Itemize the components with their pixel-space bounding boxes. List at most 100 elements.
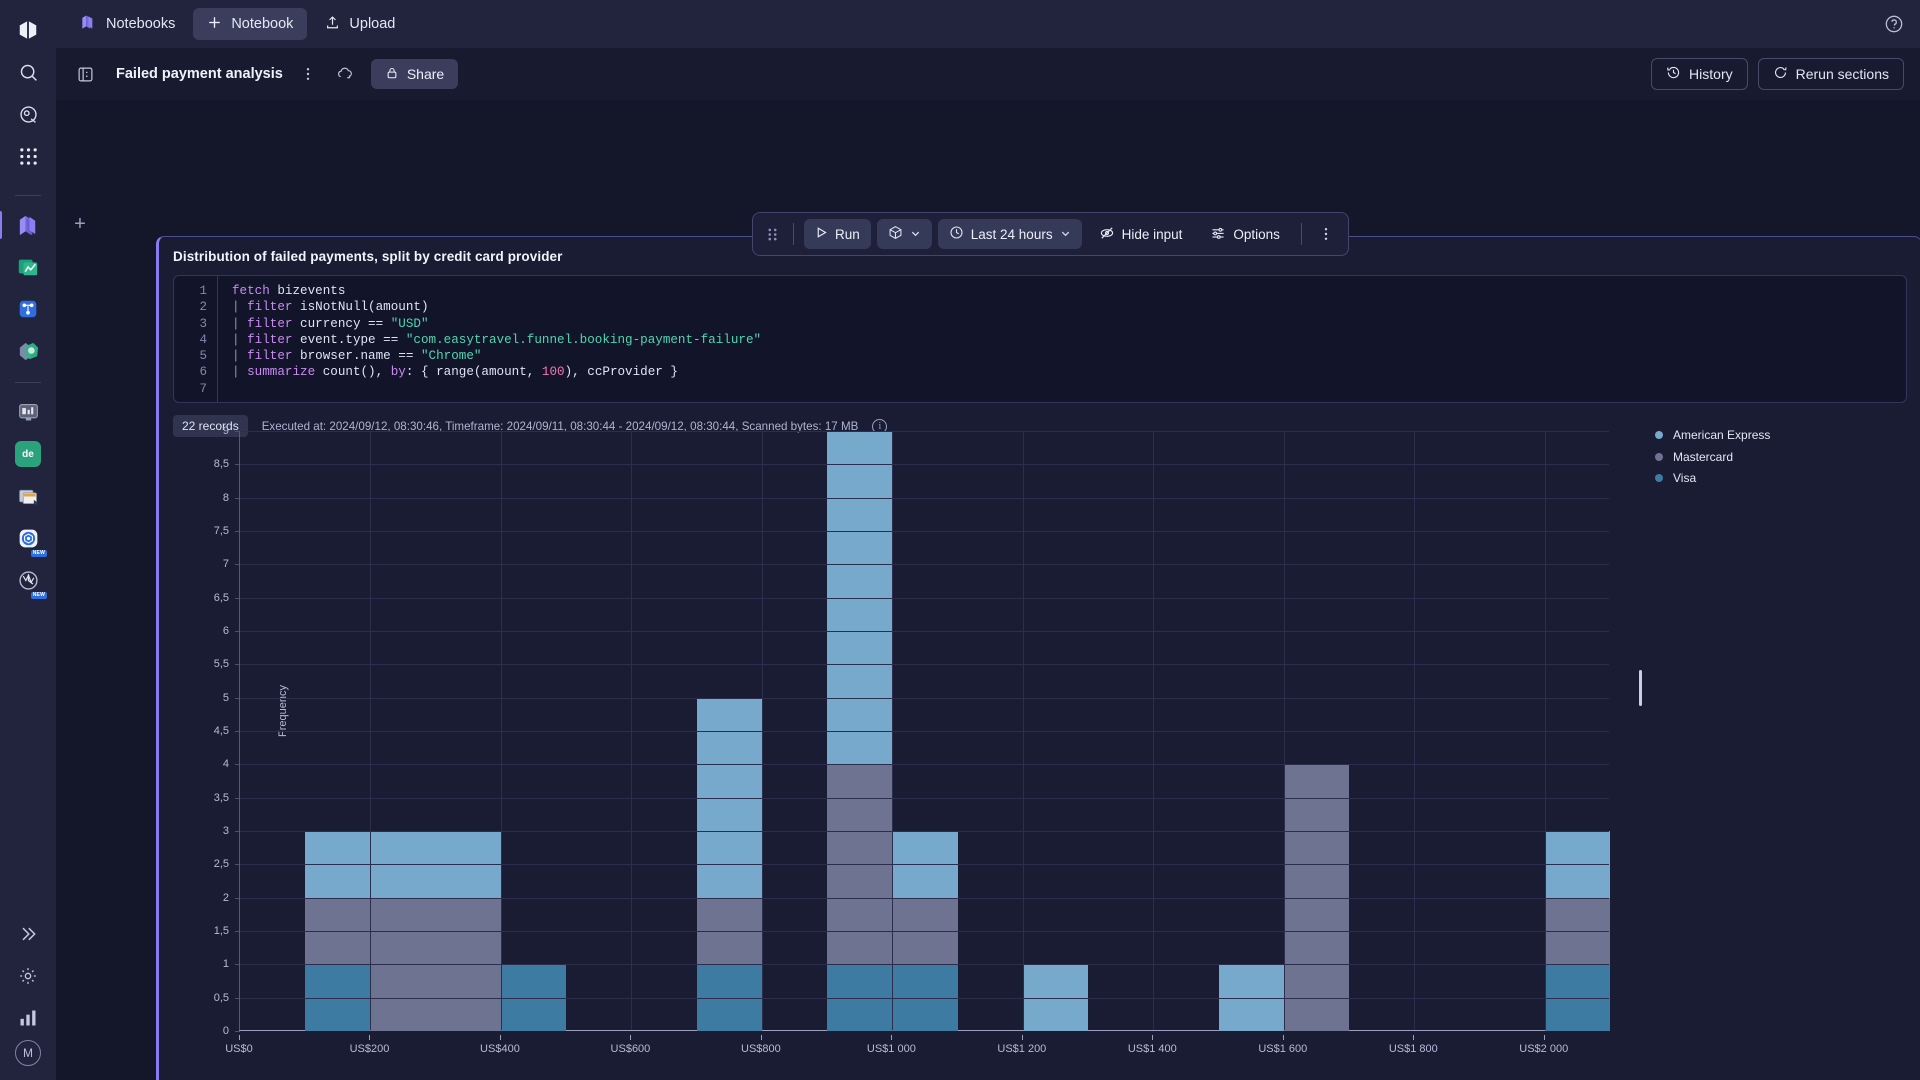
code-lines: fetch bizevents | filter isNotNull(amount… [218, 276, 1906, 402]
nav-item-upload[interactable]: Upload [311, 8, 409, 40]
sidebar-item-gauge[interactable]: NEW [8, 560, 48, 600]
grid-line-horizontal [240, 731, 1609, 732]
share-label: Share [406, 66, 445, 82]
collapse-rail-icon[interactable] [8, 914, 48, 954]
plot-area: 0 0,5 1 1,5 2 2,5 3 3,5 4 4,5 5 5,5 6 6,5 7 7,5 8 8,5 9 US… [199, 425, 1610, 1055]
legend-item[interactable]: Mastercard [1655, 449, 1855, 466]
plus-icon [207, 15, 222, 34]
sidebar-item-workflows[interactable] [8, 289, 48, 329]
grid-line-horizontal [240, 897, 1609, 899]
grid-line-horizontal [240, 564, 1609, 566]
legend-color-swatch [1655, 474, 1663, 483]
x-axis-tick-label: US$1 600 [1258, 1043, 1308, 1055]
x-axis-tick-mark [1413, 1035, 1415, 1040]
help-circle-icon[interactable] [1882, 12, 1906, 36]
grid-line-vertical [631, 431, 633, 1030]
sidebar-item-infrastructure-observability[interactable] [8, 392, 48, 432]
sidebar-item-logs[interactable] [8, 476, 48, 516]
options-button[interactable]: Options [1199, 219, 1291, 249]
app-logo-icon[interactable] [8, 10, 48, 50]
gear-icon[interactable] [8, 956, 48, 996]
chevron-down-icon [1060, 227, 1071, 242]
sidebar-item-dashboards[interactable] [8, 247, 48, 287]
play-icon [815, 226, 828, 242]
chart-legend: American Express Mastercard Visa [1655, 427, 1855, 492]
x-axis-tick-label: US$200 [349, 1043, 390, 1055]
y-axis: 0 0,5 1 1,5 2 2,5 3 3,5 4 4,5 5 5,5 6 6,5 7 7,5 8 8,5 9 [199, 425, 240, 1037]
y-axis-tick-label: 8 [222, 491, 229, 504]
bar-chart-icon[interactable] [8, 998, 48, 1038]
grid-line-horizontal [240, 997, 1609, 999]
document-icon[interactable] [72, 61, 98, 87]
avatar[interactable]: M [15, 1040, 41, 1066]
line-number: 7 [199, 381, 207, 396]
x-axis-tick-mark [760, 1035, 762, 1040]
share-button[interactable]: Share [370, 59, 459, 89]
sidebar-item-distributed-tracing[interactable]: de [8, 434, 48, 474]
hide-input-button[interactable]: Hide input [1088, 219, 1194, 249]
code-line: | filter browser.name == "Chrome" [232, 349, 482, 364]
grid-line-horizontal [240, 964, 1609, 966]
grid-line-vertical [1022, 431, 1024, 1030]
history-button[interactable]: History [1651, 58, 1748, 90]
vertical-scrollbar[interactable] [1639, 670, 1642, 706]
x-axis-tick-label: US$0 [225, 1043, 253, 1055]
top-nav: Notebooks Notebook Upload [56, 0, 1920, 48]
notebook-cell: Distribution of failed payments, split b… [156, 236, 1920, 1080]
grid-line-horizontal [240, 831, 1609, 832]
nav-item-notebook[interactable]: Notebook [193, 8, 308, 40]
grid-line-horizontal [240, 497, 1609, 499]
search-icon[interactable] [8, 52, 48, 92]
rerun-sections-button[interactable]: Rerun sections [1757, 58, 1904, 90]
de-square-icon: de [15, 441, 41, 467]
code-line: | summarize count(), by: { range(amount,… [232, 365, 678, 380]
line-number: 3 [199, 316, 207, 331]
rail-divider-2 [15, 382, 41, 383]
grid-apps-icon[interactable] [8, 136, 48, 176]
more-vertical-icon[interactable] [295, 61, 321, 87]
x-axis-tick-mark [369, 1035, 371, 1040]
add-cell-top-button[interactable]: + [66, 210, 94, 238]
y-axis-tick-label: 6,5 [213, 591, 229, 604]
code-line: | filter currency == "USD" [232, 316, 429, 331]
app-root: de NEW NEW M Notebooks Notebook Upload F… [0, 0, 1920, 1080]
davis-ai-icon[interactable] [8, 94, 48, 134]
cube-icon [888, 225, 903, 243]
rerun-label: Rerun sections [1795, 66, 1889, 82]
x-axis: US$0 US$200 US$400 US$600 US$800 US$1 000 US$1… [225, 1035, 1609, 1065]
line-number: 5 [199, 349, 207, 364]
sidebar-item-notebooks[interactable] [0, 205, 48, 245]
history-label: History [1689, 66, 1733, 82]
legend-item[interactable]: Visa [1655, 470, 1855, 487]
grid-line-horizontal [240, 797, 1609, 799]
legend-item[interactable]: American Express [1655, 427, 1855, 444]
x-axis-tick-mark [891, 1035, 893, 1040]
data-source-button[interactable] [876, 219, 932, 249]
cloud-sync-icon[interactable] [333, 61, 359, 87]
x-axis-tick-mark [239, 1035, 240, 1040]
notebooks-icon [80, 14, 97, 35]
x-axis-tick-mark [1543, 1035, 1545, 1040]
drag-grip-icon[interactable] [761, 227, 783, 242]
nav-item-notebooks[interactable]: Notebooks [66, 8, 189, 40]
x-axis-tick-label: US$800 [741, 1043, 781, 1055]
line-number: 6 [199, 365, 207, 380]
y-axis-tick-label: 9 [222, 425, 229, 437]
sidebar-item-kubernetes[interactable]: NEW [8, 518, 48, 558]
new-badge: NEW [30, 592, 47, 599]
code-editor[interactable]: 1 234 567 fetch bizevents | filter isNotNul… [173, 275, 1907, 403]
grid-line-horizontal [240, 931, 1609, 932]
grid-line-horizontal [240, 864, 1609, 866]
toolbar-divider [793, 223, 794, 245]
legend-color-swatch [1655, 452, 1663, 461]
grid-line-horizontal [240, 531, 1609, 532]
line-number-gutter: 1 234 567 [174, 276, 218, 402]
run-button[interactable]: Run [804, 219, 871, 249]
sidebar-item-data-explorer[interactable] [8, 331, 48, 371]
plot-grid [239, 431, 1610, 1031]
timeframe-selector[interactable]: Last 24 hours [937, 219, 1082, 249]
sliders-icon [1210, 225, 1226, 244]
nav-label: Notebook [231, 16, 294, 32]
more-vertical-icon[interactable] [1312, 219, 1340, 249]
